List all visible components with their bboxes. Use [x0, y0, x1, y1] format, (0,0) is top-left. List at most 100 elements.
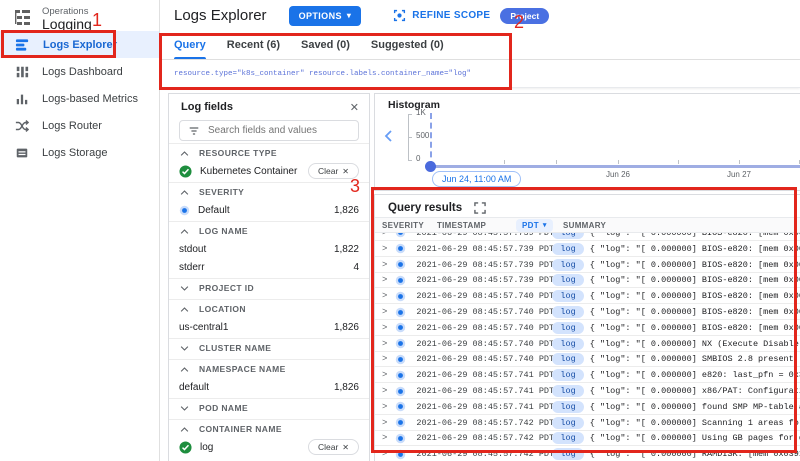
- container-name-chip[interactable]: log: [552, 259, 583, 271]
- log-entry-row[interactable]: >2021-06-29 08:45:57.742 PDTlog{ "log": …: [375, 446, 800, 461]
- refine-scope-button[interactable]: REFINE SCOPE: [393, 9, 490, 22]
- expand-entry-chevron[interactable]: >: [382, 260, 387, 270]
- container-name-chip[interactable]: log: [552, 353, 583, 365]
- clear-filter-button[interactable]: Clear✕: [308, 163, 359, 179]
- container-name-chip[interactable]: log: [552, 369, 583, 381]
- chevron-left-icon[interactable]: [382, 129, 394, 143]
- container-name-chip[interactable]: log: [552, 448, 583, 460]
- timezone-dropdown[interactable]: PDT ▾: [516, 219, 553, 232]
- expand-entry-chevron[interactable]: >: [382, 449, 387, 459]
- expand-entry-chevron[interactable]: >: [382, 433, 387, 443]
- tab-query[interactable]: Query: [174, 31, 206, 59]
- field-section-resource-type[interactable]: RESOURCE TYPE: [169, 143, 369, 162]
- histogram-selection-handle[interactable]: [425, 161, 436, 172]
- field-value-row-us-central1[interactable]: us-central11,826: [169, 318, 369, 336]
- y-axis-tick-label: 0: [416, 154, 420, 163]
- field-section-log-name[interactable]: LOG NAME: [169, 221, 369, 240]
- time-marker-pill[interactable]: Jun 24, 11:00 AM: [432, 171, 521, 187]
- container-name-chip[interactable]: log: [552, 432, 583, 444]
- log-entry-row[interactable]: >2021-06-29 08:45:57.741 PDTlog{ "log": …: [375, 367, 800, 383]
- expand-icon[interactable]: [474, 202, 486, 214]
- expand-entry-chevron[interactable]: >: [382, 275, 387, 285]
- chevron-down-icon: [180, 285, 189, 292]
- container-name-chip[interactable]: log: [552, 338, 583, 350]
- field-section-pod-name[interactable]: POD NAME: [169, 398, 369, 417]
- field-value-row-default[interactable]: default1,826: [169, 378, 369, 396]
- log-fields-search[interactable]: [179, 120, 359, 141]
- container-name-chip[interactable]: log: [552, 233, 583, 239]
- entry-timestamp: 2021-06-29 08:45:57.740 PDT: [416, 354, 552, 364]
- expand-entry-chevron[interactable]: >: [382, 244, 387, 254]
- log-entry-row[interactable]: >2021-06-29 08:45:57.742 PDTlog{ "log": …: [375, 415, 800, 431]
- expand-entry-chevron[interactable]: >: [382, 354, 387, 364]
- container-name-chip[interactable]: log: [552, 322, 583, 334]
- log-entry-row[interactable]: >2021-06-29 08:45:57.740 PDTlog{ "log": …: [375, 288, 800, 304]
- log-entry-row[interactable]: >2021-06-29 08:45:57.740 PDTlog { "log": …: [375, 352, 800, 368]
- expand-entry-chevron[interactable]: >: [382, 233, 387, 238]
- expand-entry-chevron[interactable]: >: [382, 339, 387, 349]
- field-section-container-name[interactable]: CONTAINER NAME: [169, 419, 369, 438]
- log-entry-row[interactable]: >2021-06-29 08:45:57.741 PDTlog{ "log": …: [375, 383, 800, 399]
- entry-summary: { "log": "[ 0.000000] RAMDISK: [mem 0x03…: [590, 449, 800, 459]
- search-input[interactable]: [208, 125, 350, 136]
- expand-entry-chevron[interactable]: >: [382, 323, 387, 333]
- clear-filter-button[interactable]: Clear✕: [308, 439, 359, 455]
- field-value-label: stderr: [179, 262, 205, 273]
- log-entry-row[interactable]: >2021-06-29 08:45:57.739 PDTlog{ "log": …: [375, 241, 800, 257]
- log-entry-row[interactable]: >2021-06-29 08:45:57.739 PDTlog{ "log": …: [375, 257, 800, 273]
- tab-suggested-0[interactable]: Suggested (0): [371, 31, 444, 59]
- expand-entry-chevron[interactable]: >: [382, 291, 387, 301]
- query-editor[interactable]: resource.type="k8s_container" resource.l…: [161, 60, 800, 88]
- container-name-chip[interactable]: log: [552, 417, 583, 429]
- container-name-chip[interactable]: log: [552, 290, 583, 302]
- field-value-row-log[interactable]: logClear✕: [169, 438, 369, 456]
- expand-entry-chevron[interactable]: >: [382, 370, 387, 380]
- close-icon[interactable]: ✕: [350, 101, 359, 114]
- sidebar-item-logs-dashboard[interactable]: Logs Dashboard: [0, 58, 159, 85]
- field-section-location[interactable]: LOCATION: [169, 299, 369, 318]
- tab-saved-0[interactable]: Saved (0): [301, 31, 350, 59]
- field-value-row-default[interactable]: Default1,826: [169, 201, 369, 219]
- histogram-time-axis[interactable]: [430, 165, 800, 168]
- field-section-project-id[interactable]: PROJECT ID: [169, 278, 369, 297]
- field-section-severity[interactable]: SEVERITY: [169, 182, 369, 201]
- options-button[interactable]: OPTIONS ▾: [289, 6, 362, 26]
- field-value-row-stderr[interactable]: stderr4: [169, 258, 369, 276]
- sidebar-item-label: Logs Explorer: [43, 39, 117, 51]
- field-section-name: SEVERITY: [199, 187, 244, 197]
- log-entry-row[interactable]: >2021-06-29 08:45:57.740 PDTlog{ "log": …: [375, 320, 800, 336]
- field-value-row-kubernetes-container[interactable]: Kubernetes ContainerClear✕: [169, 162, 369, 180]
- sidebar-item-label: Logs-based Metrics: [42, 93, 138, 105]
- log-entry-row[interactable]: >2021-06-29 08:45:57.739 PDTlog{ "log": …: [375, 273, 800, 289]
- expand-entry-chevron[interactable]: >: [382, 307, 387, 317]
- entry-summary: { "log": "[ 0.000000] BIOS-e820: [mem 0x…: [590, 323, 800, 333]
- scope-badge[interactable]: Project: [500, 8, 549, 24]
- field-section-namespace-name[interactable]: NAMESPACE NAME: [169, 359, 369, 378]
- log-entry-row[interactable]: >2021-06-29 08:45:57.741 PDTlog{ "log": …: [375, 399, 800, 415]
- field-value-row-stdout[interactable]: stdout1,822: [169, 240, 369, 258]
- sidebar-item-logs-based-metrics[interactable]: Logs-based Metrics: [0, 85, 159, 112]
- field-value-label: default: [179, 382, 209, 393]
- sidebar-item-logs-storage[interactable]: Logs Storage: [0, 139, 159, 166]
- x-axis-tick: [618, 160, 619, 164]
- container-name-chip[interactable]: log: [552, 306, 583, 318]
- log-entry-row[interactable]: >2021-06-29 08:45:57.739 PDTlog{ "log": …: [375, 233, 800, 241]
- expand-entry-chevron[interactable]: >: [382, 386, 387, 396]
- log-fields-panel: Log fields ✕ RESOURCE TYPEKubernetes Con…: [168, 93, 370, 461]
- chevron-up-icon: [180, 150, 189, 157]
- sidebar-item-logs-router[interactable]: Logs Router: [0, 112, 159, 139]
- container-name-chip[interactable]: log: [552, 243, 583, 255]
- field-section-cluster-name[interactable]: CLUSTER NAME: [169, 338, 369, 357]
- log-entry-row[interactable]: >2021-06-29 08:45:57.742 PDTlog{ "log": …: [375, 431, 800, 447]
- log-entry-row[interactable]: >2021-06-29 08:45:57.740 PDTlog{ "log": …: [375, 336, 800, 352]
- expand-entry-chevron[interactable]: >: [382, 418, 387, 428]
- entry-summary: { "log": "[ 0.000000] SMBIOS 2.8 present…: [590, 354, 800, 364]
- expand-entry-chevron[interactable]: >: [382, 402, 387, 412]
- sidebar-item-logs-explorer[interactable]: Logs Explorer: [0, 31, 159, 58]
- container-name-chip[interactable]: log: [552, 274, 583, 286]
- chevron-down-icon: [180, 405, 189, 412]
- log-entry-row[interactable]: >2021-06-29 08:45:57.740 PDTlog{ "log": …: [375, 304, 800, 320]
- tab-recent-6[interactable]: Recent (6): [227, 31, 280, 59]
- container-name-chip[interactable]: log: [552, 385, 583, 397]
- container-name-chip[interactable]: log: [552, 401, 583, 413]
